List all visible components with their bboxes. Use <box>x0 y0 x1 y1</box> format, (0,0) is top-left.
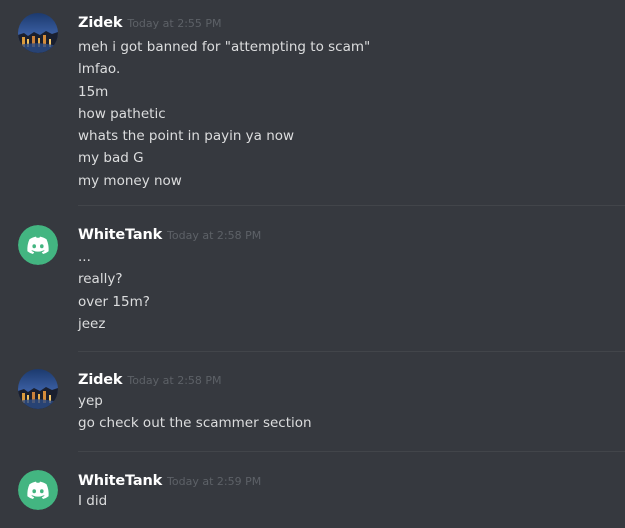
message-text: lmfao. <box>78 61 121 78</box>
message-text: jeez <box>78 315 106 332</box>
username[interactable]: Zidek <box>78 15 123 31</box>
message-text: 15m <box>78 83 109 100</box>
discord-logo-avatar-icon <box>18 225 58 265</box>
username[interactable]: WhiteTank <box>78 473 162 489</box>
city-night-avatar-icon <box>18 369 58 409</box>
message-text: whats the point in payin ya now <box>78 128 295 145</box>
message-text: I did <box>78 493 108 509</box>
message-lines: meh i got banned for "attempting to scam… <box>78 36 370 192</box>
message-header: WhiteTank Today at 2:58 PM <box>78 224 261 244</box>
username[interactable]: Zidek <box>78 372 123 388</box>
avatar[interactable] <box>18 13 58 53</box>
timestamp: Today at 2:55 PM <box>127 17 222 30</box>
message-divider <box>78 205 625 206</box>
city-night-avatar-icon <box>18 13 58 53</box>
message-text: my money now <box>78 172 182 189</box>
discord-logo-avatar-icon <box>18 470 58 510</box>
chat-messages: Zidek Today at 2:55 PM meh i got banned f… <box>0 0 625 528</box>
message-header: WhiteTank Today at 2:59 PM <box>78 470 261 490</box>
message-text: over 15m? <box>78 293 150 310</box>
avatar[interactable] <box>18 225 58 265</box>
message-divider <box>78 451 625 452</box>
message-text: meh i got banned for "attempting to scam… <box>78 39 371 55</box>
message-header: Zidek Today at 2:58 PM <box>78 369 222 389</box>
message-text: how pathetic <box>78 105 166 122</box>
message-lines: ... really? over 15m? jeez <box>78 246 150 335</box>
message-header: Zidek Today at 2:55 PM <box>78 12 222 32</box>
timestamp: Today at 2:58 PM <box>127 374 222 387</box>
message-text: yep <box>78 393 103 409</box>
message-divider <box>78 351 625 352</box>
username[interactable]: WhiteTank <box>78 227 162 243</box>
avatar[interactable] <box>18 470 58 510</box>
message-lines: I did <box>78 490 107 512</box>
message-text: really? <box>78 271 123 288</box>
timestamp: Today at 2:58 PM <box>167 229 262 242</box>
message-text: my bad G <box>78 150 144 167</box>
avatar[interactable] <box>18 369 58 409</box>
timestamp: Today at 2:59 PM <box>167 475 262 488</box>
message-text: ... <box>78 249 91 265</box>
message-lines: yep go check out the scammer section <box>78 390 312 435</box>
message-text: go check out the scammer section <box>78 415 312 432</box>
